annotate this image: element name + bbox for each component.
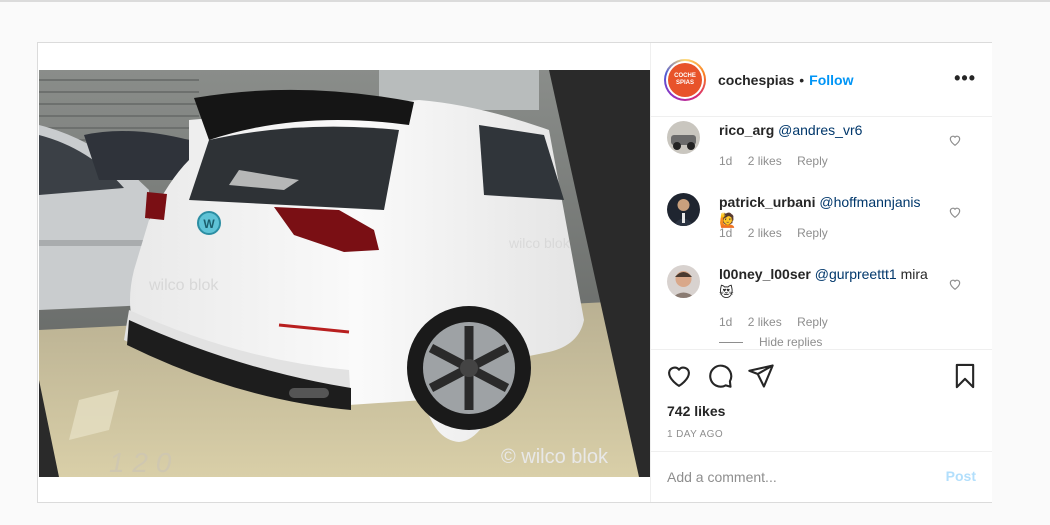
svg-text:W: W: [203, 217, 215, 231]
add-comment-bar: Post: [651, 451, 992, 502]
share-icon[interactable]: [747, 362, 775, 390]
commenter-avatar[interactable]: [667, 193, 700, 226]
post-comment-button[interactable]: Post: [946, 468, 976, 484]
comment-meta: 1d 2 likes Reply: [719, 315, 840, 329]
commenter-avatar[interactable]: [667, 121, 700, 154]
reply-button[interactable]: Reply: [797, 315, 828, 329]
likes-count[interactable]: 742 likes: [667, 403, 725, 419]
profile-avatar[interactable]: COCHE SPIAS: [664, 58, 706, 101]
hide-replies-label: Hide replies: [759, 335, 823, 349]
bookmark-icon[interactable]: [951, 362, 979, 390]
post-header: COCHE SPIAS cochespias • Follow •••: [651, 43, 992, 117]
reply-button[interactable]: Reply: [797, 226, 828, 240]
separator-dot: •: [799, 71, 805, 88]
comment-mention[interactable]: @gurpreettt1: [815, 266, 897, 282]
small-heart-icon[interactable]: [948, 133, 962, 147]
comment-icon[interactable]: [706, 362, 734, 390]
comment-username[interactable]: rico_arg: [719, 122, 774, 138]
heart-icon[interactable]: [665, 362, 693, 390]
instagram-post: W 1 2 0 wilco blok wilco blok © wilco bl…: [37, 42, 992, 503]
comment-likes[interactable]: 2 likes: [748, 154, 782, 168]
brand-logo: COCHE SPIAS: [668, 62, 702, 97]
comment-username[interactable]: l00ney_l00ser: [719, 266, 811, 282]
top-divider: [0, 0, 1050, 2]
comment-emoji: 😻: [719, 284, 734, 300]
hide-replies-button[interactable]: Hide replies: [719, 335, 822, 349]
follow-button[interactable]: Follow: [809, 72, 853, 88]
comment-text: mira: [900, 266, 928, 282]
comment-likes[interactable]: 2 likes: [748, 226, 782, 240]
more-options-icon[interactable]: •••: [954, 69, 976, 87]
comment-mention[interactable]: @andres_vr6: [778, 122, 862, 138]
image-watermark: © wilco blok: [501, 446, 609, 468]
comment-meta: 1d 2 likes Reply: [719, 154, 840, 168]
post-username[interactable]: cochespias: [718, 72, 794, 88]
comment-input[interactable]: [667, 466, 927, 488]
small-heart-icon[interactable]: [948, 277, 962, 291]
hide-replies-line: [719, 341, 743, 343]
post-image: W 1 2 0 wilco blok wilco blok © wilco bl…: [39, 70, 650, 477]
comment-age: 1d: [719, 154, 733, 168]
svg-text:1 2 0: 1 2 0: [109, 447, 172, 477]
post-timestamp[interactable]: 1 DAY AGO: [667, 429, 723, 440]
comment-meta: 1d 2 likes Reply: [719, 226, 840, 240]
comment-mention[interactable]: @hoffmannjanis: [819, 194, 920, 210]
small-heart-icon[interactable]: [948, 205, 962, 219]
post-actions: 742 likes 1 DAY AGO: [651, 349, 992, 451]
post-sidebar: COCHE SPIAS cochespias • Follow ••• rico…: [650, 43, 992, 502]
comment-username[interactable]: patrick_urbani: [719, 194, 815, 210]
commenter-avatar[interactable]: [667, 265, 700, 298]
car-photo: W 1 2 0 wilco blok wilco blok © wilco bl…: [39, 70, 650, 477]
reply-button[interactable]: Reply: [797, 154, 828, 168]
comments-list[interactable]: rico_arg @andres_vr6 1d 2 likes Reply pa…: [651, 117, 992, 349]
svg-text:wilco blok: wilco blok: [508, 235, 571, 251]
comment-age: 1d: [719, 315, 733, 329]
comment-likes[interactable]: 2 likes: [748, 315, 782, 329]
svg-text:wilco blok: wilco blok: [148, 277, 219, 294]
comment-age: 1d: [719, 226, 733, 240]
